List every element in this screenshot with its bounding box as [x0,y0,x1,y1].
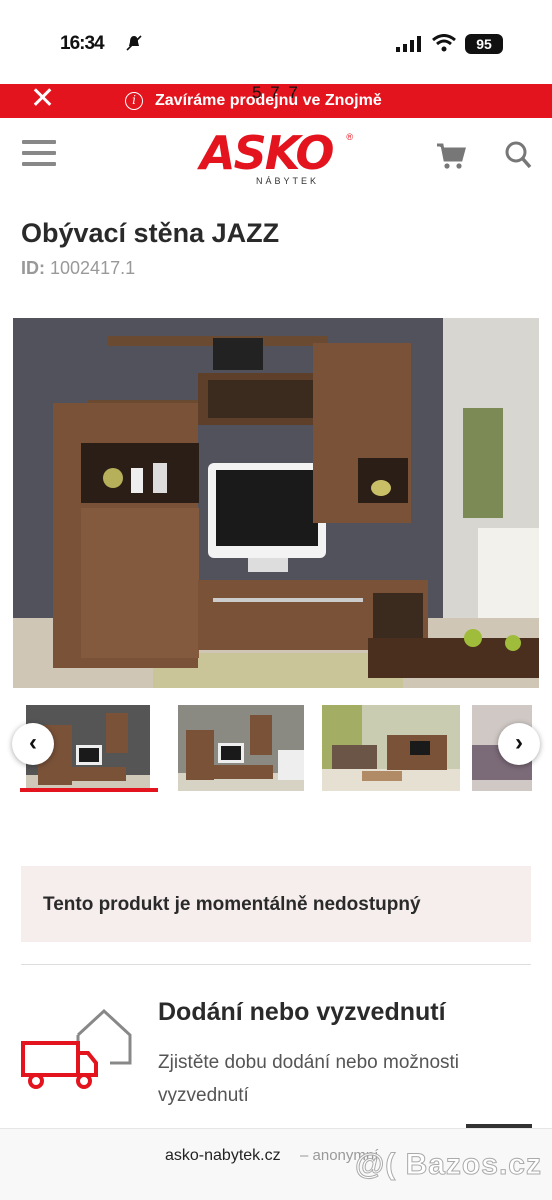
url-text: asko-nabytek.cz [165,1147,281,1164]
gallery-next-button[interactable]: › [498,723,540,765]
thumbnail-3[interactable] [322,705,460,791]
divider [21,964,531,965]
unavailable-text: Tento produkt je momentálně nedostupný [43,894,421,915]
delivery-title[interactable]: Dodání nebo vyzvednutí [158,998,446,1027]
thumbnail-active-indicator [20,788,158,792]
mute-bell-icon [126,35,142,51]
gallery-prev-button[interactable]: ‹ [12,723,54,765]
wifi-icon [432,34,456,52]
product-title: Obývací stěna JAZZ [21,218,280,248]
menu-icon[interactable] [22,140,56,168]
site-header: ASKO ® NÁBYTEK [0,118,552,198]
promo-counter: 5 7 7 [252,83,300,102]
logo-word: ASKO [200,126,335,180]
status-time: 16:34 [60,33,105,54]
status-bar: 16:34 95 [0,0,552,84]
delivery-description: Zjistěte dobu dodání nebo možnosti vyzve… [158,1052,460,1106]
product-main-image[interactable] [13,318,539,688]
logo-reg: ® [346,132,353,142]
asko-logo[interactable]: ASKO ® NÁBYTEK [200,126,355,194]
product-id: ID: 1002417.1 [21,258,135,279]
close-icon[interactable]: ✕ [30,84,58,118]
cart-icon[interactable] [436,142,466,170]
signal-icon [396,36,421,52]
unavailable-notice: Tento produkt je momentálně nedostupný [21,866,531,942]
thumbnail-2[interactable] [178,705,304,791]
product-id-label: ID: [21,258,45,278]
thumbnail-strip: ‹ › [0,700,552,796]
logo-sub: NÁBYTEK [256,176,320,186]
search-icon[interactable] [504,140,532,170]
delivery-truck-icon [21,1008,132,1089]
bazos-watermark: @( Bazos.cz [355,1148,542,1182]
battery-indicator: 95 [465,34,503,54]
product-id-value: 1002417.1 [50,258,136,278]
info-icon: i [125,92,143,110]
